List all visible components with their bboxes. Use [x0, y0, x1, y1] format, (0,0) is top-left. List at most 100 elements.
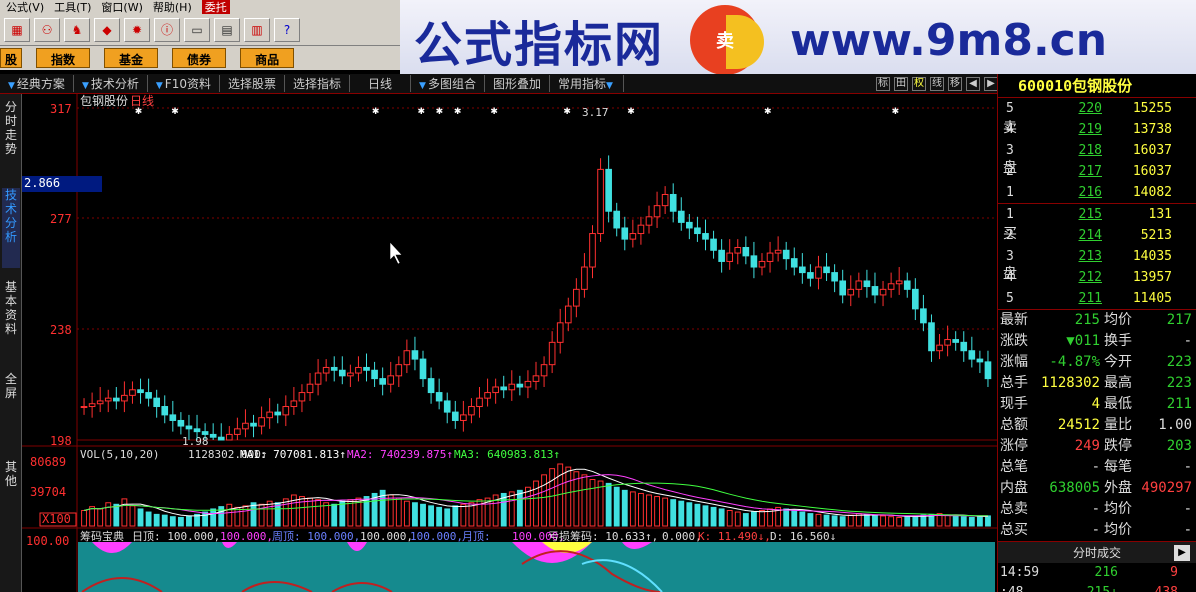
event-star-icon[interactable]: ✱ [135, 107, 143, 117]
sidenav-fullscreen[interactable]: 全屏 [2, 372, 20, 400]
menu-tools[interactable]: 工具(T) [54, 0, 91, 15]
candlestick-series [80, 155, 992, 441]
price[interactable]: 218 [1042, 140, 1102, 161]
right-arrow-icon[interactable]: ▶ [984, 76, 998, 91]
binoculars-icon[interactable]: ⚇ [34, 17, 60, 42]
menu-window[interactable]: 窗口(W) [101, 0, 142, 15]
sell-row[interactable]: 5 220 15255 [1000, 98, 1196, 119]
candle-body [556, 322, 564, 343]
volume-bar [202, 511, 209, 527]
toolbar: ▦ ⚇ ♞ ◆ ✹ ⓘ ▭ ▤ ▥ ? [0, 14, 400, 46]
sidenav-basic-info[interactable]: 基本资料 [2, 280, 20, 336]
sell-row[interactable]: 3 218 16037 [1000, 140, 1196, 161]
price[interactable]: 211 [1042, 288, 1102, 309]
price[interactable]: 213 [1042, 246, 1102, 267]
buy-row[interactable]: 3 213 14035 [1000, 246, 1196, 267]
event-star-icon[interactable]: ✱ [627, 107, 635, 117]
mark-button[interactable]: 标 [876, 76, 890, 91]
sidenav-intraday[interactable]: 分时走势 [2, 100, 20, 156]
volume-bar [403, 500, 410, 527]
event-star-icon[interactable]: ✱ [417, 107, 425, 117]
sidenav-other[interactable]: 其他 [2, 460, 20, 488]
stat-v: 215 [1074, 312, 1100, 328]
price[interactable]: 215 [1042, 204, 1102, 225]
chart-panel[interactable]: 317 277 238 198 包钢股份 日线 3.17 1.98 ✱ ✱ ✱ ✱ ✱ ✱… [22, 94, 997, 592]
price[interactable]: 212 [1042, 267, 1102, 288]
expand-arrow-icon[interactable]: ▶ [1174, 545, 1190, 561]
stock-icon[interactable]: ♞ [64, 17, 90, 42]
help-cursor-icon[interactable]: ? [274, 17, 300, 42]
menu-help[interactable]: 帮助(H) [153, 0, 192, 15]
kline-chart[interactable]: 317 277 238 198 包钢股份 日线 3.17 1.98 ✱ ✱ ✱ ✱ ✱ ✱… [22, 94, 997, 592]
move-button[interactable]: 移 [948, 76, 962, 91]
event-star-icon[interactable]: ✱ [436, 107, 444, 117]
layout-icon[interactable]: ▤ [214, 17, 240, 42]
event-star-icon[interactable]: ✱ [892, 107, 900, 117]
tab-technical-analysis[interactable]: ▼ 技术分析 [74, 75, 148, 92]
buy-row[interactable]: 5 211 11405 [1000, 288, 1196, 309]
buy-row[interactable]: 1 215 131 [1000, 204, 1196, 225]
tab-overlay[interactable]: 图形叠加 [485, 75, 550, 92]
candle-body [581, 266, 588, 290]
sell-row[interactable]: 1 216 14082 [1000, 182, 1196, 203]
tab-daily[interactable]: 日线 [350, 75, 412, 92]
candle-body [637, 224, 645, 235]
event-star-icon[interactable]: ✱ [372, 107, 380, 117]
tab-select-stock[interactable]: 选择股票 [220, 75, 285, 92]
window-icon[interactable]: ▭ [184, 17, 210, 42]
volume-bar [976, 516, 983, 527]
quick-index-button[interactable]: 指数 [36, 48, 91, 68]
volume-bar [460, 503, 467, 527]
tab-multi-chart[interactable]: ▼ 多图组合 [411, 75, 485, 92]
quick-stock-button[interactable]: 股 [0, 48, 23, 68]
price[interactable]: 219 [1042, 119, 1102, 140]
sell-row[interactable]: 4 219 13738 [1000, 119, 1196, 140]
menu-trade[interactable]: 委托 [201, 0, 230, 15]
price[interactable]: 216 [1042, 182, 1102, 203]
candle-body [468, 406, 475, 416]
rights-button[interactable]: 权 [912, 76, 926, 91]
sidenav-technical[interactable]: 技术分析 [2, 188, 20, 268]
volume-bar [799, 511, 806, 527]
price[interactable]: 220 [1042, 98, 1102, 119]
tab-classic-scheme[interactable]: ▼ 经典方案 [0, 75, 74, 92]
stat-v2: - [1183, 522, 1192, 538]
price[interactable]: 214 [1042, 225, 1102, 246]
grid-view-button[interactable]: 田 [894, 76, 908, 91]
candle-body [742, 246, 750, 257]
diamond-icon[interactable]: ◆ [94, 17, 120, 42]
sun-icon[interactable]: ✹ [124, 17, 150, 42]
triangle-icon: ▼ [81, 81, 89, 91]
menu-formula[interactable]: 公式(V) [6, 0, 44, 15]
event-star-icon[interactable]: ✱ [454, 107, 462, 117]
buy-row[interactable]: 4 212 13957 [1000, 267, 1196, 288]
price[interactable]: 217 [1042, 161, 1102, 182]
left-arrow-icon[interactable]: ◀ [966, 76, 980, 91]
event-star-icon[interactable]: ✱ [764, 107, 772, 117]
tab-select-indicator[interactable]: 选择指标 [285, 75, 351, 92]
info-icon[interactable]: ⓘ [154, 17, 180, 42]
line-button[interactable]: 线 [930, 76, 944, 91]
event-star-icon[interactable]: ✱ [171, 107, 179, 117]
grid-icon[interactable]: ▦ [4, 17, 30, 42]
tick-p: 216 [1094, 565, 1118, 580]
quick-commodity-button[interactable]: 商品 [240, 48, 295, 68]
tab-f10[interactable]: ▼ F10资料 [148, 75, 220, 92]
ticks-header: 分时成交 ▶ [998, 541, 1196, 563]
books-icon[interactable]: ▥ [244, 17, 270, 42]
watermark-banner: 公式指标网 卖 www.9m8.cn [400, 0, 1196, 80]
sell-row[interactable]: 2 217 16037 [1000, 161, 1196, 182]
tab-common-indicator[interactable]: 常用指标▼ [550, 75, 624, 92]
candle-body [548, 341, 556, 366]
stat-k: 涨幅 [1000, 354, 1028, 370]
tab-label: 多图组合 [427, 77, 476, 91]
quick-bond-button[interactable]: 债券 [172, 48, 227, 68]
event-star-icon[interactable]: ✱ [490, 107, 498, 117]
tick-row: :48215↓438 [998, 583, 1196, 592]
tab-label: 技术分析 [90, 77, 139, 91]
cursor-value-box: 2.866 [22, 176, 102, 192]
event-star-icon[interactable]: ✱ [563, 107, 571, 117]
candle-body [629, 233, 637, 240]
buy-row[interactable]: 2 214 5213 [1000, 225, 1196, 246]
quick-fund-button[interactable]: 基金 [104, 48, 159, 68]
